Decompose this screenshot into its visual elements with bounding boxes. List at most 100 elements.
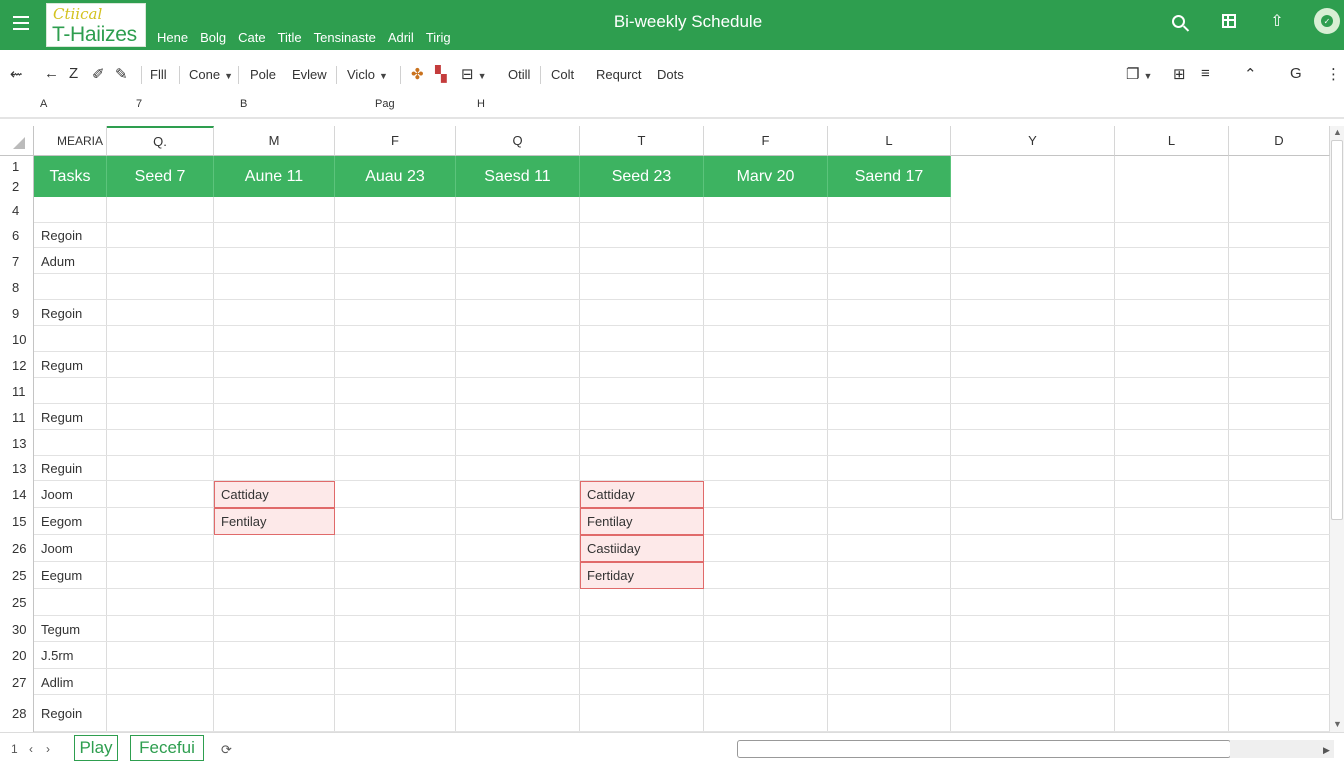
column-header[interactable]: F [704, 126, 828, 156]
task-cell[interactable]: Adum [41, 248, 75, 274]
pen-icon[interactable]: ✐ [92, 65, 105, 83]
refresh-icon[interactable]: ⟳ [221, 742, 232, 758]
menu-item-bolg[interactable]: Bolg [200, 30, 226, 45]
date-header-cell[interactable]: Marv 20 [704, 156, 828, 197]
date-header-cell[interactable]: Seed 7 [107, 156, 214, 197]
menu-item-hene[interactable]: Hene [157, 30, 188, 45]
dots-button[interactable]: Dots [657, 67, 684, 82]
colt-button[interactable]: Colt [551, 67, 574, 82]
row-header[interactable]: 25 [0, 589, 34, 616]
vertical-scroll-thumb[interactable] [1331, 140, 1343, 520]
row-header[interactable]: 2 [0, 176, 34, 197]
column-header[interactable]: D [1229, 126, 1330, 156]
row-header[interactable]: 14 [0, 481, 34, 508]
task-cell[interactable]: Tegum [41, 616, 80, 642]
select-all-corner[interactable] [0, 126, 34, 156]
row-header[interactable]: 20 [0, 642, 34, 669]
task-cell[interactable]: Eegom [41, 508, 82, 535]
column-header[interactable]: T [580, 126, 704, 156]
spreadsheet-grid[interactable]: MEARIA Q. M F Q T F L Y L D Tasks Seed 7 Aune 11 Auau … [0, 126, 1330, 732]
row-header[interactable]: 4 [0, 197, 34, 223]
menu-item-tirig[interactable]: Tirig [426, 30, 451, 45]
horizontal-scrollbar[interactable] [1230, 740, 1334, 758]
row-header[interactable]: 8 [0, 274, 34, 300]
task-cell[interactable]: Regum [41, 352, 83, 378]
menu-item-tensinaste[interactable]: Tensinaste [314, 30, 376, 45]
menu-item-cate[interactable]: Cate [238, 30, 265, 45]
table-icon[interactable]: ⊟ ▼ [461, 65, 487, 83]
doc-icon[interactable]: ❐ ▼ [1126, 65, 1152, 83]
search-icon[interactable] [1168, 11, 1188, 31]
tasks-header-cell[interactable]: Tasks [34, 156, 107, 197]
row-header[interactable]: 6 [0, 223, 34, 248]
task-cell[interactable]: Adlim [41, 669, 74, 695]
row-header[interactable]: 10 [0, 326, 34, 352]
cone-dropdown[interactable]: Cone ▼ [189, 67, 233, 82]
sheet-tab-play[interactable]: Play [74, 735, 118, 761]
event-cell[interactable]: Castiiday [580, 535, 704, 562]
column-header[interactable]: Q. [107, 126, 214, 156]
menu-item-title[interactable]: Title [278, 30, 302, 45]
row-header[interactable]: 12 [0, 352, 34, 378]
row-header[interactable]: 28 [0, 695, 34, 732]
event-cell[interactable]: Cattiday [580, 481, 704, 508]
more-icon[interactable]: ⋮ [1326, 65, 1341, 83]
task-cell[interactable]: Regoin [41, 223, 82, 248]
task-cell[interactable]: Joom [41, 535, 73, 562]
date-header-cell[interactable]: Aune 11 [214, 156, 335, 197]
row-header[interactable]: 27 [0, 669, 34, 695]
next-sheet-icon[interactable]: › [46, 742, 50, 756]
event-cell[interactable]: Cattiday [214, 481, 335, 508]
task-cell[interactable]: Reguin [41, 456, 82, 481]
horizontal-scroll-thumb[interactable] [737, 740, 1231, 758]
task-cell[interactable]: Joom [41, 481, 73, 508]
fill-button[interactable]: Flll [150, 67, 167, 82]
row-header[interactable]: 13 [0, 430, 34, 456]
column-header[interactable]: MEARIA [34, 126, 107, 156]
grid-icon[interactable] [1219, 11, 1239, 31]
row-header[interactable]: 7 [0, 248, 34, 274]
lines-icon[interactable]: ≡ [1201, 65, 1210, 82]
scroll-down-icon[interactable]: ▼ [1333, 719, 1342, 729]
avatar[interactable]: ✓ [1314, 8, 1340, 34]
caret-up-icon[interactable]: ⌃ [1244, 65, 1257, 83]
date-header-cell[interactable]: Saesd 11 [456, 156, 580, 197]
column-header[interactable]: Q [456, 126, 580, 156]
column-header[interactable]: Y [951, 126, 1115, 156]
row-header[interactable]: 13 [0, 456, 34, 481]
task-cell[interactable]: Regum [41, 404, 83, 430]
column-header[interactable]: F [335, 126, 456, 156]
requrct-button[interactable]: Requrct [596, 67, 642, 82]
scroll-right-icon[interactable]: ▶ [1323, 745, 1330, 756]
sheet-tab-fecefui[interactable]: Fecefui [130, 735, 204, 761]
z-icon[interactable]: Z [69, 65, 78, 82]
date-header-cell[interactable]: Saend 17 [828, 156, 951, 197]
share-icon[interactable]: ⇧ [1267, 11, 1287, 31]
grid-tool-icon[interactable]: ⊞ [1173, 65, 1186, 83]
task-cell[interactable]: J.5rm [41, 642, 74, 669]
pole-button[interactable]: Pole [250, 67, 276, 82]
back-icon[interactable]: ⇜ [10, 65, 23, 83]
column-header[interactable]: L [828, 126, 951, 156]
g-icon[interactable]: G [1290, 65, 1302, 82]
paint-icon[interactable]: ✤ [411, 65, 424, 83]
menu-item-adril[interactable]: Adril [388, 30, 414, 45]
row-header[interactable]: 9 [0, 300, 34, 326]
column-header[interactable]: L [1115, 126, 1229, 156]
undo-icon[interactable]: ← [44, 65, 59, 82]
otill-button[interactable]: Otill [508, 67, 530, 82]
event-cell[interactable]: Fentilay [214, 508, 335, 535]
brush-icon[interactable]: ✎ [115, 65, 128, 83]
row-header[interactable]: 30 [0, 616, 34, 642]
row-header[interactable]: 26 [0, 535, 34, 562]
name-box[interactable]: A [40, 98, 47, 110]
row-header[interactable]: 11 [0, 378, 34, 404]
date-header-cell[interactable]: Seed 23 [580, 156, 704, 197]
row-header[interactable]: 11 [0, 404, 34, 430]
task-cell[interactable]: Regoin [41, 300, 82, 326]
viclo-dropdown[interactable]: Viclo ▼ [347, 67, 388, 82]
row-header[interactable]: 25 [0, 562, 34, 589]
evlew-button[interactable]: Evlew [292, 67, 327, 82]
event-cell[interactable]: Fentilay [580, 508, 704, 535]
date-header-cell[interactable]: Auau 23 [335, 156, 456, 197]
